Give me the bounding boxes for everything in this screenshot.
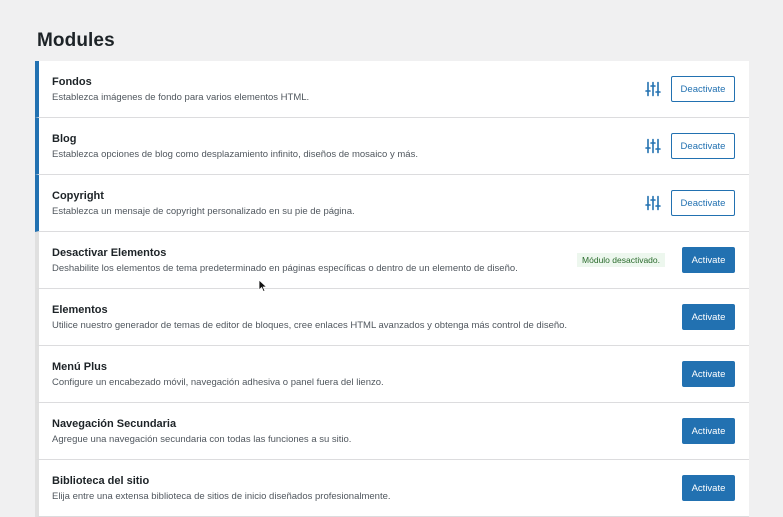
module-row-elementos: Elementos Utilice nuestro generador de t… <box>35 289 749 346</box>
module-description: Establezca un mensaje de copyright perso… <box>52 206 355 217</box>
status-notice: Módulo desactivado. <box>577 253 665 267</box>
module-row-desactivar-elementos: Desactivar Elementos Deshabilite los ele… <box>35 232 749 289</box>
module-row-navegacion-secundaria: Navegación Secundaria Agregue una navega… <box>35 403 749 460</box>
activate-button[interactable]: Activate <box>682 361 735 387</box>
module-name: Biblioteca del sitio <box>52 475 150 487</box>
module-name: Menú Plus <box>52 361 108 373</box>
module-description: Elija entre una extensa biblioteca de si… <box>52 491 391 502</box>
deactivate-button[interactable]: Deactivate <box>671 76 735 102</box>
module-row-blog: Blog Establezca opciones de blog como de… <box>35 118 749 175</box>
activate-button[interactable]: Activate <box>682 247 735 273</box>
module-row-copyright: Copyright Establezca un mensaje de copyr… <box>35 175 749 232</box>
module-row-biblioteca-del-sitio: Biblioteca del sitio Elija entre una ext… <box>35 460 749 517</box>
sliders-icon[interactable] <box>645 81 661 97</box>
module-description: Establezca imágenes de fondo para varios… <box>52 92 310 103</box>
module-name: Desactivar Elementos <box>52 247 167 259</box>
page-title: Modules <box>37 30 115 51</box>
module-description: Utilice nuestro generador de temas de ed… <box>52 320 568 331</box>
module-name: Fondos <box>52 76 92 88</box>
module-description: Agregue una navegación secundaria con to… <box>52 434 352 445</box>
module-row-fondos: Fondos Establezca imágenes de fondo para… <box>35 61 749 118</box>
sliders-icon[interactable] <box>645 138 661 154</box>
module-description: Establezca opciones de blog como desplaz… <box>52 149 418 160</box>
mouse-cursor-icon <box>258 279 268 293</box>
deactivate-button[interactable]: Deactivate <box>671 133 735 159</box>
deactivate-button[interactable]: Deactivate <box>671 190 735 216</box>
activate-button[interactable]: Activate <box>682 475 735 501</box>
module-description: Deshabilite los elementos de tema predet… <box>52 263 518 274</box>
sliders-icon[interactable] <box>645 195 661 211</box>
module-name: Copyright <box>52 190 104 202</box>
activate-button[interactable]: Activate <box>682 418 735 444</box>
module-name: Blog <box>52 133 77 145</box>
activate-button[interactable]: Activate <box>682 304 735 330</box>
module-description: Configure un encabezado móvil, navegació… <box>52 377 384 388</box>
modules-list: Fondos Establezca imágenes de fondo para… <box>35 61 749 517</box>
module-row-menu-plus: Menú Plus Configure un encabezado móvil,… <box>35 346 749 403</box>
module-name: Elementos <box>52 304 108 316</box>
module-name: Navegación Secundaria <box>52 418 177 430</box>
